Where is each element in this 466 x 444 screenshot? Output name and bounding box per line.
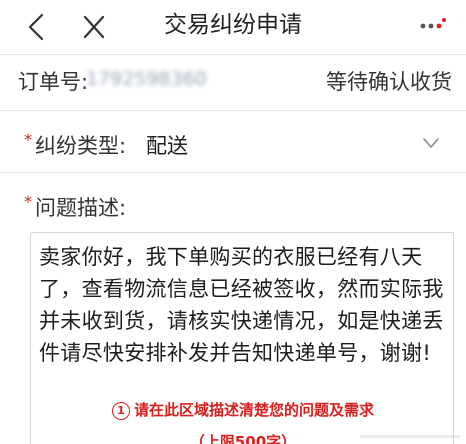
required-mark: * — [24, 130, 32, 149]
dispute-type-dropdown[interactable] — [422, 134, 440, 152]
hint-number-badge: 1 — [111, 402, 130, 420]
chevron-left-icon — [28, 13, 44, 41]
dispute-type-label-text: 纠纷类型: — [35, 134, 127, 158]
order-divider — [0, 110, 466, 111]
order-status: 等待确认收货 — [326, 70, 452, 94]
dispute-divider — [0, 172, 466, 173]
back-button[interactable] — [24, 12, 50, 42]
description-hint: 1 请在此区域描述清楚您的问题及需求 — [31, 399, 455, 420]
dispute-application-screen: 交易纠纷申请 订单号: 1792598360 等待确认收货 * 纠纷类型: 配送 … — [0, 0, 466, 444]
watermark-mark — [360, 435, 460, 438]
dispute-type-select[interactable]: 配送 — [146, 130, 188, 160]
dispute-type-label: * 纠纷类型: — [24, 130, 126, 160]
required-mark: * — [24, 192, 32, 211]
close-icon — [83, 15, 105, 39]
more-dots-icon — [420, 18, 446, 29]
title-divider — [0, 54, 466, 55]
more-button[interactable] — [414, 14, 448, 38]
order-number: 1792598360 — [86, 68, 207, 90]
description-label: * 问题描述: — [24, 192, 126, 222]
page-title: 交易纠纷申请 — [164, 12, 302, 38]
close-button[interactable] — [80, 12, 108, 42]
chevron-down-icon — [423, 138, 439, 148]
description-text: 卖家你好，我下单购买的衣服已经有八天了，查看物流信息已经被签收，然而实际我并未收… — [39, 245, 444, 365]
hint-text: 请在此区域描述清楚您的问题及需求 — [133, 401, 374, 419]
order-label: 订单号: — [18, 70, 89, 94]
description-label-text: 问题描述: — [35, 196, 127, 220]
description-textarea[interactable]: 卖家你好，我下单购买的衣服已经有八天了，查看物流信息已经被签收，然而实际我并未收… — [30, 232, 454, 444]
title-bar: 交易纠纷申请 — [0, 0, 466, 54]
